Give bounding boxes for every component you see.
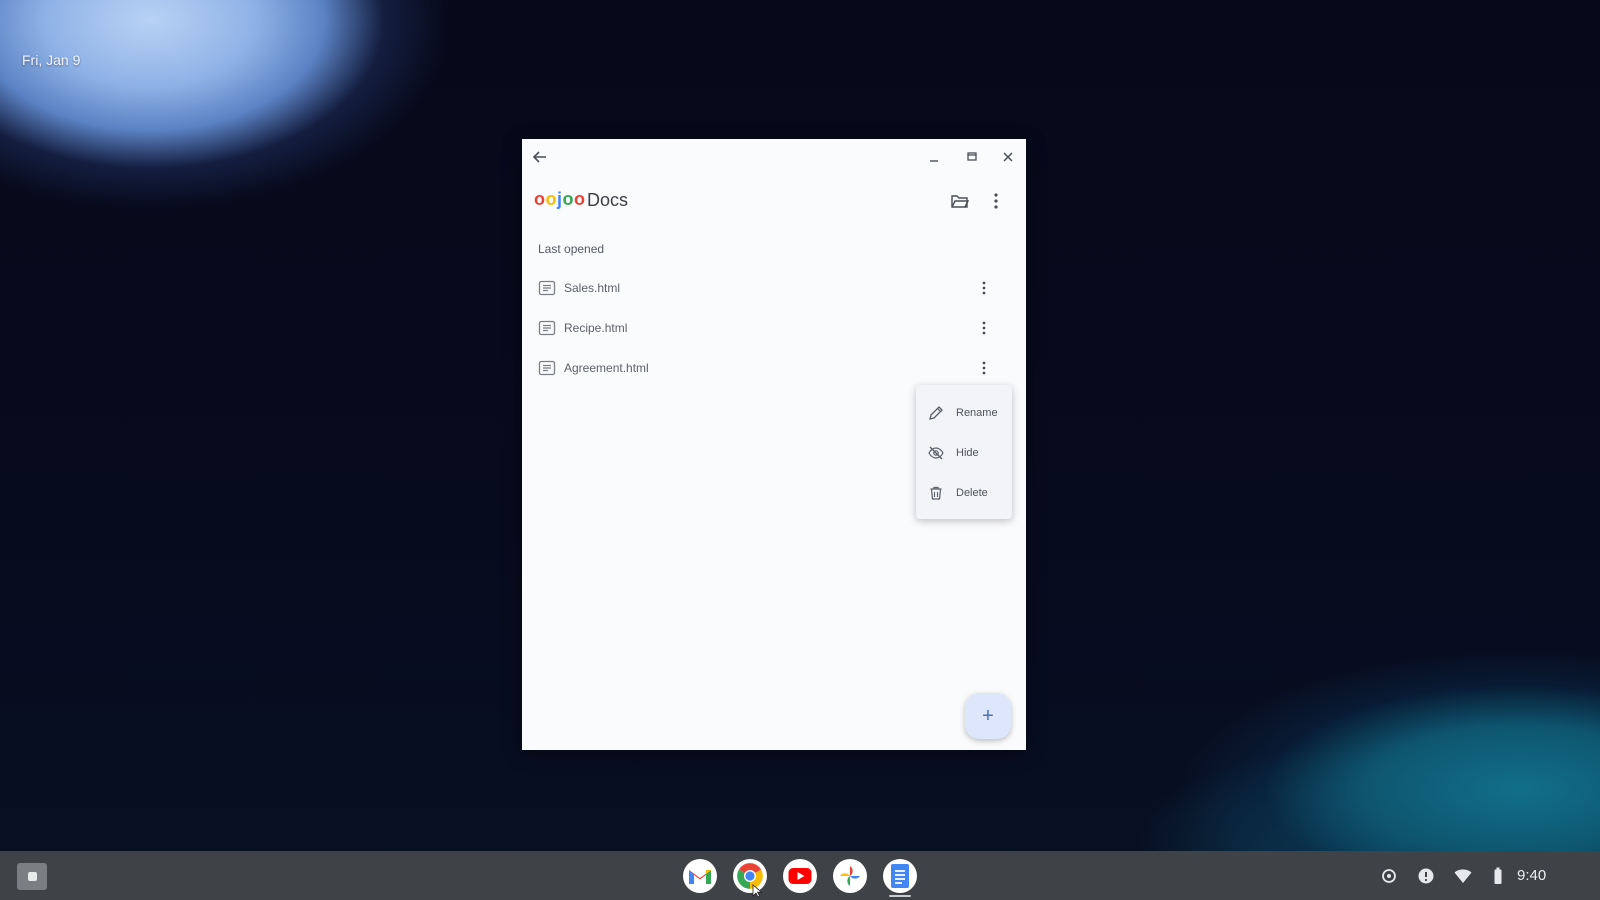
section-title: Last opened [538,242,605,256]
battery-icon[interactable] [1489,867,1507,885]
logo-letter: o [574,189,586,209]
more-vert-icon[interactable] [972,356,996,380]
docs-running-indicator [889,895,911,897]
more-vert-icon[interactable] [982,187,1010,215]
more-vert-icon[interactable] [972,276,996,300]
back-arrow-icon[interactable] [528,145,552,169]
photos-app-icon[interactable] [833,859,867,893]
file-row[interactable]: Recipe.html [522,308,1026,348]
info-icon[interactable] [1417,867,1435,885]
window-titlebar[interactable] [522,139,1026,175]
wifi-icon[interactable] [1454,867,1472,885]
logo-letter: o [562,189,575,209]
system-clock[interactable]: 9:40 [1517,867,1546,884]
document-icon [538,280,556,296]
eye-off-icon [928,445,944,461]
file-row[interactable]: Agreement.html [522,348,1026,388]
youtube-app-icon[interactable] [783,859,817,893]
file-row[interactable]: Sales.html [522,268,1026,308]
menu-item-hide[interactable]: Hide [916,435,1012,471]
launcher-icon [27,872,37,881]
gmail-app-icon[interactable] [683,859,717,893]
file-name: Agreement.html [564,361,649,375]
menu-item-label: Rename [956,407,998,419]
document-icon [538,320,556,336]
logo-letter: o [534,189,546,209]
app-header: oojoo Docs [522,183,1026,219]
close-icon[interactable] [996,145,1020,169]
context-menu: Rename Hide Delete [916,385,1012,519]
shelf: 9:40 [0,851,1600,900]
launcher-button[interactable] [17,863,47,890]
maximize-icon[interactable] [960,145,984,169]
trash-icon [928,485,944,501]
minimize-icon[interactable] [922,145,946,169]
docs-app-window: oojoo Docs Last opened Sales.html Recipe… [522,139,1026,750]
app-logo: oojoo [534,189,586,210]
file-list: Sales.html Recipe.html Agreement.html [522,268,1026,388]
desktop-date: Fri, Jan 9 [22,52,81,68]
menu-item-label: Hide [956,447,979,459]
menu-item-label: Delete [956,487,988,499]
logo-letter: o [545,189,557,209]
menu-item-delete[interactable]: Delete [916,475,1012,511]
file-name: Sales.html [564,281,621,295]
pencil-icon [928,405,944,421]
app-title: Docs [587,190,629,210]
more-vert-icon[interactable] [972,316,996,340]
folder-open-icon[interactable] [946,187,974,215]
menu-item-rename[interactable]: Rename [916,395,1012,431]
settings-icon[interactable] [1380,867,1398,885]
mouse-cursor-icon [752,884,763,898]
file-name: Recipe.html [564,321,628,335]
document-icon [538,360,556,376]
add-document-button[interactable]: + [965,693,1011,739]
docs-app-icon[interactable] [883,859,917,893]
